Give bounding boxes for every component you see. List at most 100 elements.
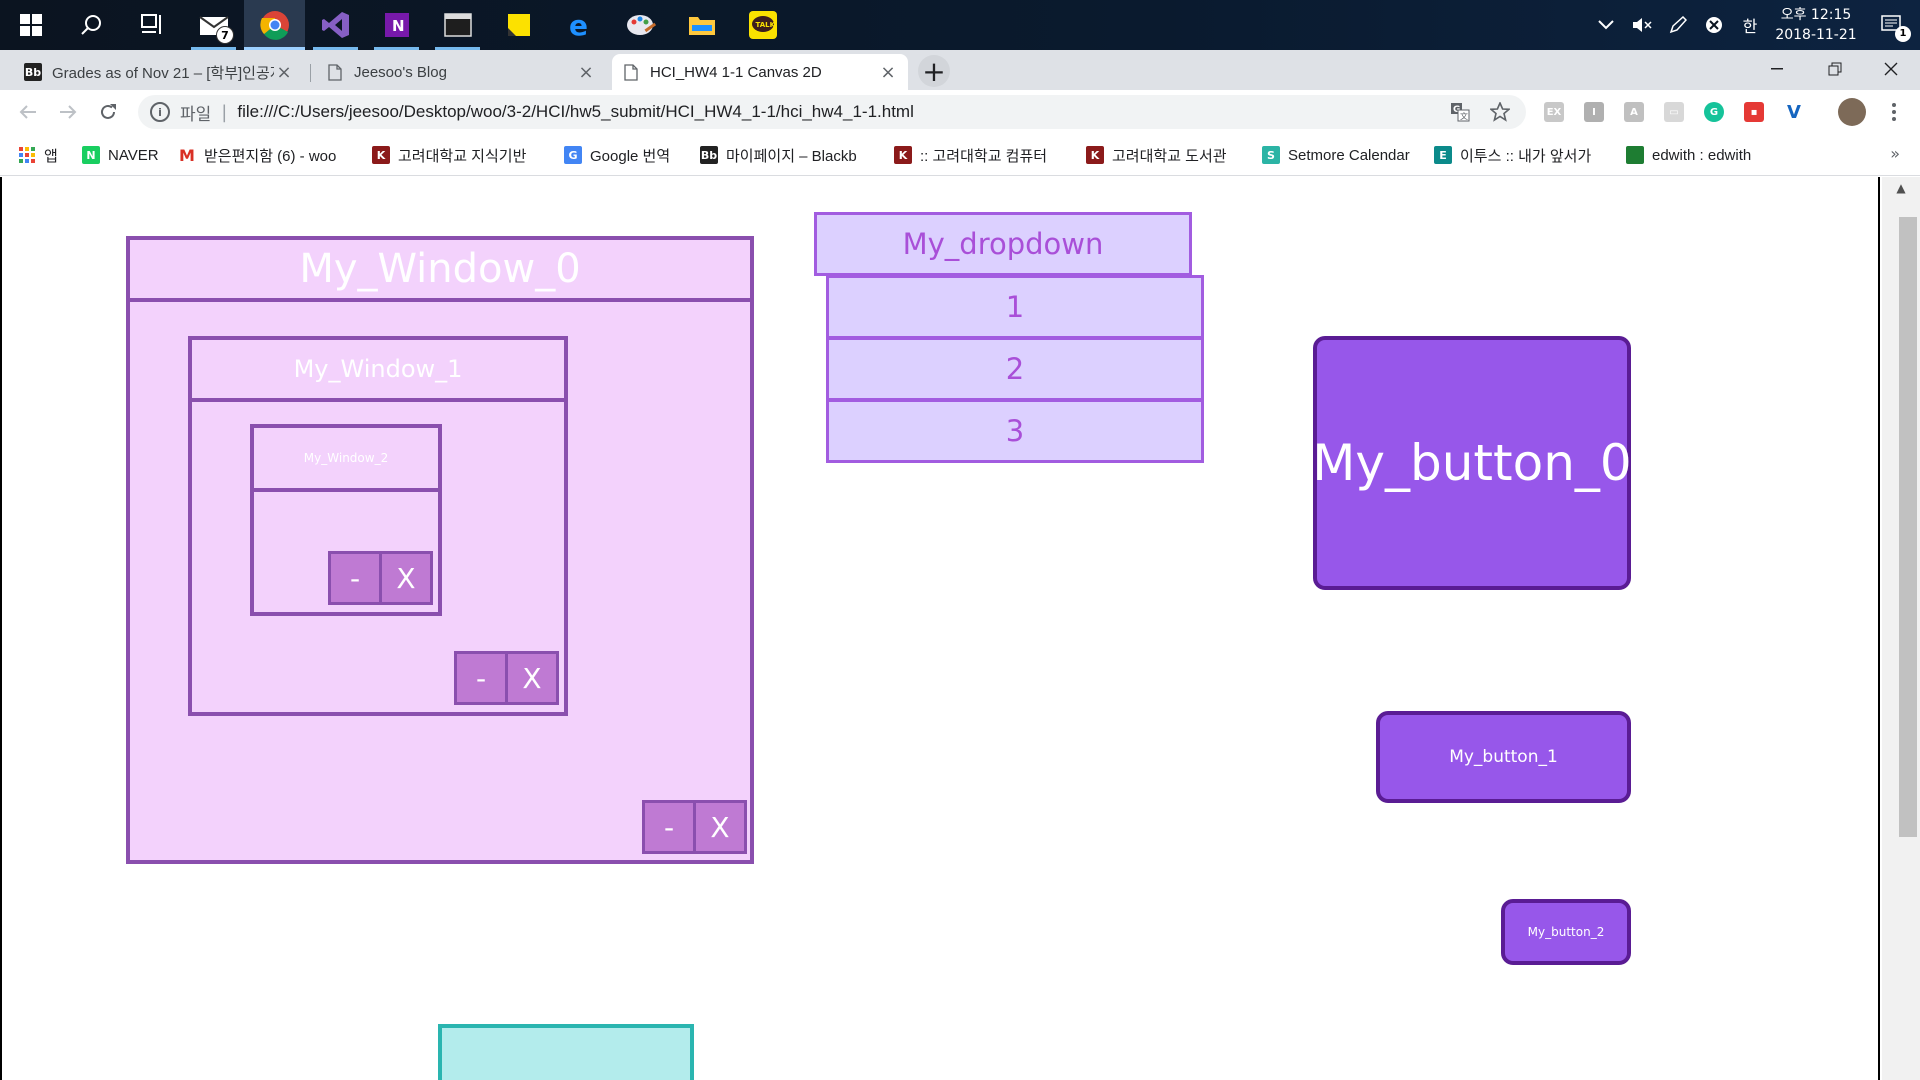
menu-dots-icon[interactable] bbox=[1882, 100, 1906, 124]
button-1[interactable]: My_button_1 bbox=[1376, 711, 1631, 803]
new-tab-button[interactable]: + bbox=[918, 55, 950, 88]
kakaotalk-icon[interactable]: TALK bbox=[732, 0, 793, 50]
korea-univ-icon: K bbox=[372, 146, 390, 164]
restore-window-icon[interactable] bbox=[1806, 50, 1864, 88]
apps-grid-icon bbox=[18, 146, 36, 164]
onenote-icon[interactable]: N bbox=[366, 0, 427, 50]
bookmark-google-translate[interactable]: G Google 번역 bbox=[564, 144, 670, 166]
tab-close-icon[interactable]: × bbox=[576, 62, 596, 83]
ex-extension-icon[interactable]: EX bbox=[1544, 102, 1564, 122]
bookmark-label: NAVER bbox=[108, 146, 159, 164]
bookmark-apps[interactable]: 앱 bbox=[18, 144, 58, 166]
dropdown-header[interactable]: My_dropdown bbox=[814, 212, 1192, 276]
window-0-minimize-button[interactable]: - bbox=[642, 800, 696, 854]
svg-text:N: N bbox=[392, 17, 405, 35]
bookmark-star-icon[interactable] bbox=[1488, 100, 1512, 124]
browser-toolbar: i 파일 | file:///C:/Users/jeesoo/Desktop/w… bbox=[0, 90, 1920, 134]
red-extension-icon[interactable]: ▪ bbox=[1744, 102, 1764, 122]
scrollbar-thumb[interactable] bbox=[1899, 217, 1917, 837]
scroll-up-arrow-icon[interactable]: ▲ bbox=[1882, 181, 1920, 203]
window-0-title[interactable]: My_Window_0 bbox=[130, 240, 750, 302]
task-view-icon[interactable] bbox=[122, 0, 183, 50]
bookmark-etoos[interactable]: E 이투스 :: 내가 앞서가 bbox=[1434, 144, 1606, 166]
naver-icon: N bbox=[82, 146, 100, 164]
bookmark-label: :: 고려대학교 컴퓨터 bbox=[920, 147, 1048, 165]
v-extension-icon[interactable]: V bbox=[1784, 102, 1804, 123]
bookmark-naver[interactable]: N NAVER bbox=[82, 144, 159, 166]
etoos-icon: E bbox=[1434, 146, 1452, 164]
page-icon bbox=[622, 63, 640, 81]
sticky-notes-icon[interactable] bbox=[488, 0, 549, 50]
address-bar[interactable]: i 파일 | file:///C:/Users/jeesoo/Desktop/w… bbox=[138, 95, 1526, 129]
window-1-close-button[interactable]: X bbox=[505, 651, 559, 705]
teal-canvas-box[interactable] bbox=[438, 1024, 694, 1080]
bookmarks-overflow-icon[interactable]: » bbox=[1890, 144, 1900, 163]
close-circle-icon[interactable] bbox=[1696, 0, 1732, 50]
search-icon[interactable] bbox=[61, 0, 122, 50]
bookmark-label: 고려대학교 도서관 bbox=[1112, 147, 1227, 165]
blackboard-icon: Bb bbox=[24, 63, 42, 81]
omnibox-divider: | bbox=[221, 101, 228, 123]
file-explorer-icon[interactable] bbox=[671, 0, 732, 50]
window-0-close-button[interactable]: X bbox=[693, 800, 747, 854]
bookmark-label: Setmore Calendar bbox=[1288, 146, 1410, 164]
window-1-minimize-button[interactable]: - bbox=[454, 651, 508, 705]
bookmark-korea-univ-cs[interactable]: K :: 고려대학교 컴퓨터 bbox=[894, 144, 1066, 166]
pdf-extension-icon[interactable]: A bbox=[1624, 102, 1644, 122]
window-2[interactable]: My_Window_2 - X bbox=[250, 424, 442, 616]
tab-grades[interactable]: Bb Grades as of Nov 21 – [학부]인공지능 × bbox=[14, 54, 304, 90]
windows-start-icon[interactable] bbox=[0, 0, 61, 50]
button-0[interactable]: My_button_0 bbox=[1312, 336, 1632, 590]
bookmark-gmail[interactable]: M 받은편지함 (6) - woo bbox=[178, 144, 353, 166]
file-scheme-label: 파일 bbox=[180, 104, 212, 125]
screen-extension-icon[interactable]: ▭ bbox=[1664, 102, 1684, 122]
tab-close-icon[interactable]: × bbox=[878, 62, 898, 83]
bookmark-edwith[interactable]: edwith : edwith bbox=[1626, 144, 1751, 166]
clock[interactable]: 오후 12:15 2018-11-21 bbox=[1768, 5, 1864, 45]
close-window-icon[interactable] bbox=[1862, 50, 1920, 88]
tab-divider bbox=[310, 64, 311, 82]
back-arrow-icon[interactable] bbox=[12, 96, 44, 128]
bookmarks-bar: 앱 N NAVER M 받은편지함 (6) - woo K 고려대학교 지식기반… bbox=[0, 134, 1920, 176]
pen-icon[interactable] bbox=[1660, 0, 1696, 50]
terminal-icon[interactable] bbox=[427, 0, 488, 50]
ime-indicator[interactable]: 한 bbox=[1732, 0, 1768, 50]
tab-label: Grades as of Nov 21 – [학부]인공지능 bbox=[52, 64, 274, 82]
window-2-close-button[interactable]: X bbox=[379, 551, 433, 605]
tab-jeesoo-blog[interactable]: Jeesoo's Blog × bbox=[316, 54, 606, 90]
page-scrollbar[interactable]: ▲ bbox=[1882, 177, 1920, 1080]
reload-icon[interactable] bbox=[92, 96, 124, 128]
speaker-muted-icon[interactable] bbox=[1624, 0, 1660, 50]
bookmark-korea-univ-library[interactable]: K 고려대학교 도서관 bbox=[1086, 144, 1227, 166]
bookmark-setmore[interactable]: S Setmore Calendar bbox=[1262, 144, 1410, 166]
minimize-window-icon[interactable] bbox=[1748, 50, 1806, 88]
bookmark-korea-univ-knowledge[interactable]: K 고려대학교 지식기반 bbox=[372, 144, 544, 166]
action-center-icon[interactable]: 1 bbox=[1864, 0, 1920, 50]
forward-arrow-icon[interactable] bbox=[52, 96, 84, 128]
chrome-icon[interactable] bbox=[244, 0, 305, 50]
svg-text:TALK: TALK bbox=[755, 21, 775, 29]
dropdown-item[interactable]: 2 bbox=[826, 337, 1204, 401]
bookmark-label: 앱 bbox=[44, 147, 58, 165]
chevron-up-icon[interactable] bbox=[1588, 0, 1624, 50]
mail-icon[interactable]: 7 bbox=[183, 0, 244, 50]
bookmark-label: 고려대학교 지식기반 bbox=[398, 147, 527, 165]
info-icon[interactable]: i bbox=[150, 102, 170, 122]
profile-avatar[interactable] bbox=[1838, 98, 1866, 126]
window-2-title[interactable]: My_Window_2 bbox=[254, 428, 438, 492]
tab-close-icon[interactable]: × bbox=[274, 62, 294, 83]
translate-icon[interactable]: G文 bbox=[1448, 100, 1472, 124]
window-2-minimize-button[interactable]: - bbox=[328, 551, 382, 605]
bookmark-blackboard[interactable]: Bb 마이페이지 – Blackb bbox=[700, 144, 872, 166]
dropdown-item[interactable]: 1 bbox=[826, 275, 1204, 339]
dropdown-item[interactable]: 3 bbox=[826, 399, 1204, 463]
i-extension-icon[interactable]: I bbox=[1584, 102, 1604, 122]
paint-icon[interactable] bbox=[610, 0, 671, 50]
window-1-title[interactable]: My_Window_1 bbox=[192, 340, 564, 402]
edge-icon[interactable]: e bbox=[549, 0, 610, 50]
url-text[interactable]: file:///C:/Users/jeesoo/Desktop/woo/3-2/… bbox=[237, 102, 914, 122]
button-2[interactable]: My_button_2 bbox=[1501, 899, 1631, 965]
tab-hci-canvas[interactable]: HCI_HW4 1-1 Canvas 2D × bbox=[612, 54, 908, 90]
grammarly-icon[interactable]: G bbox=[1704, 102, 1724, 122]
visual-studio-icon[interactable] bbox=[305, 0, 366, 50]
